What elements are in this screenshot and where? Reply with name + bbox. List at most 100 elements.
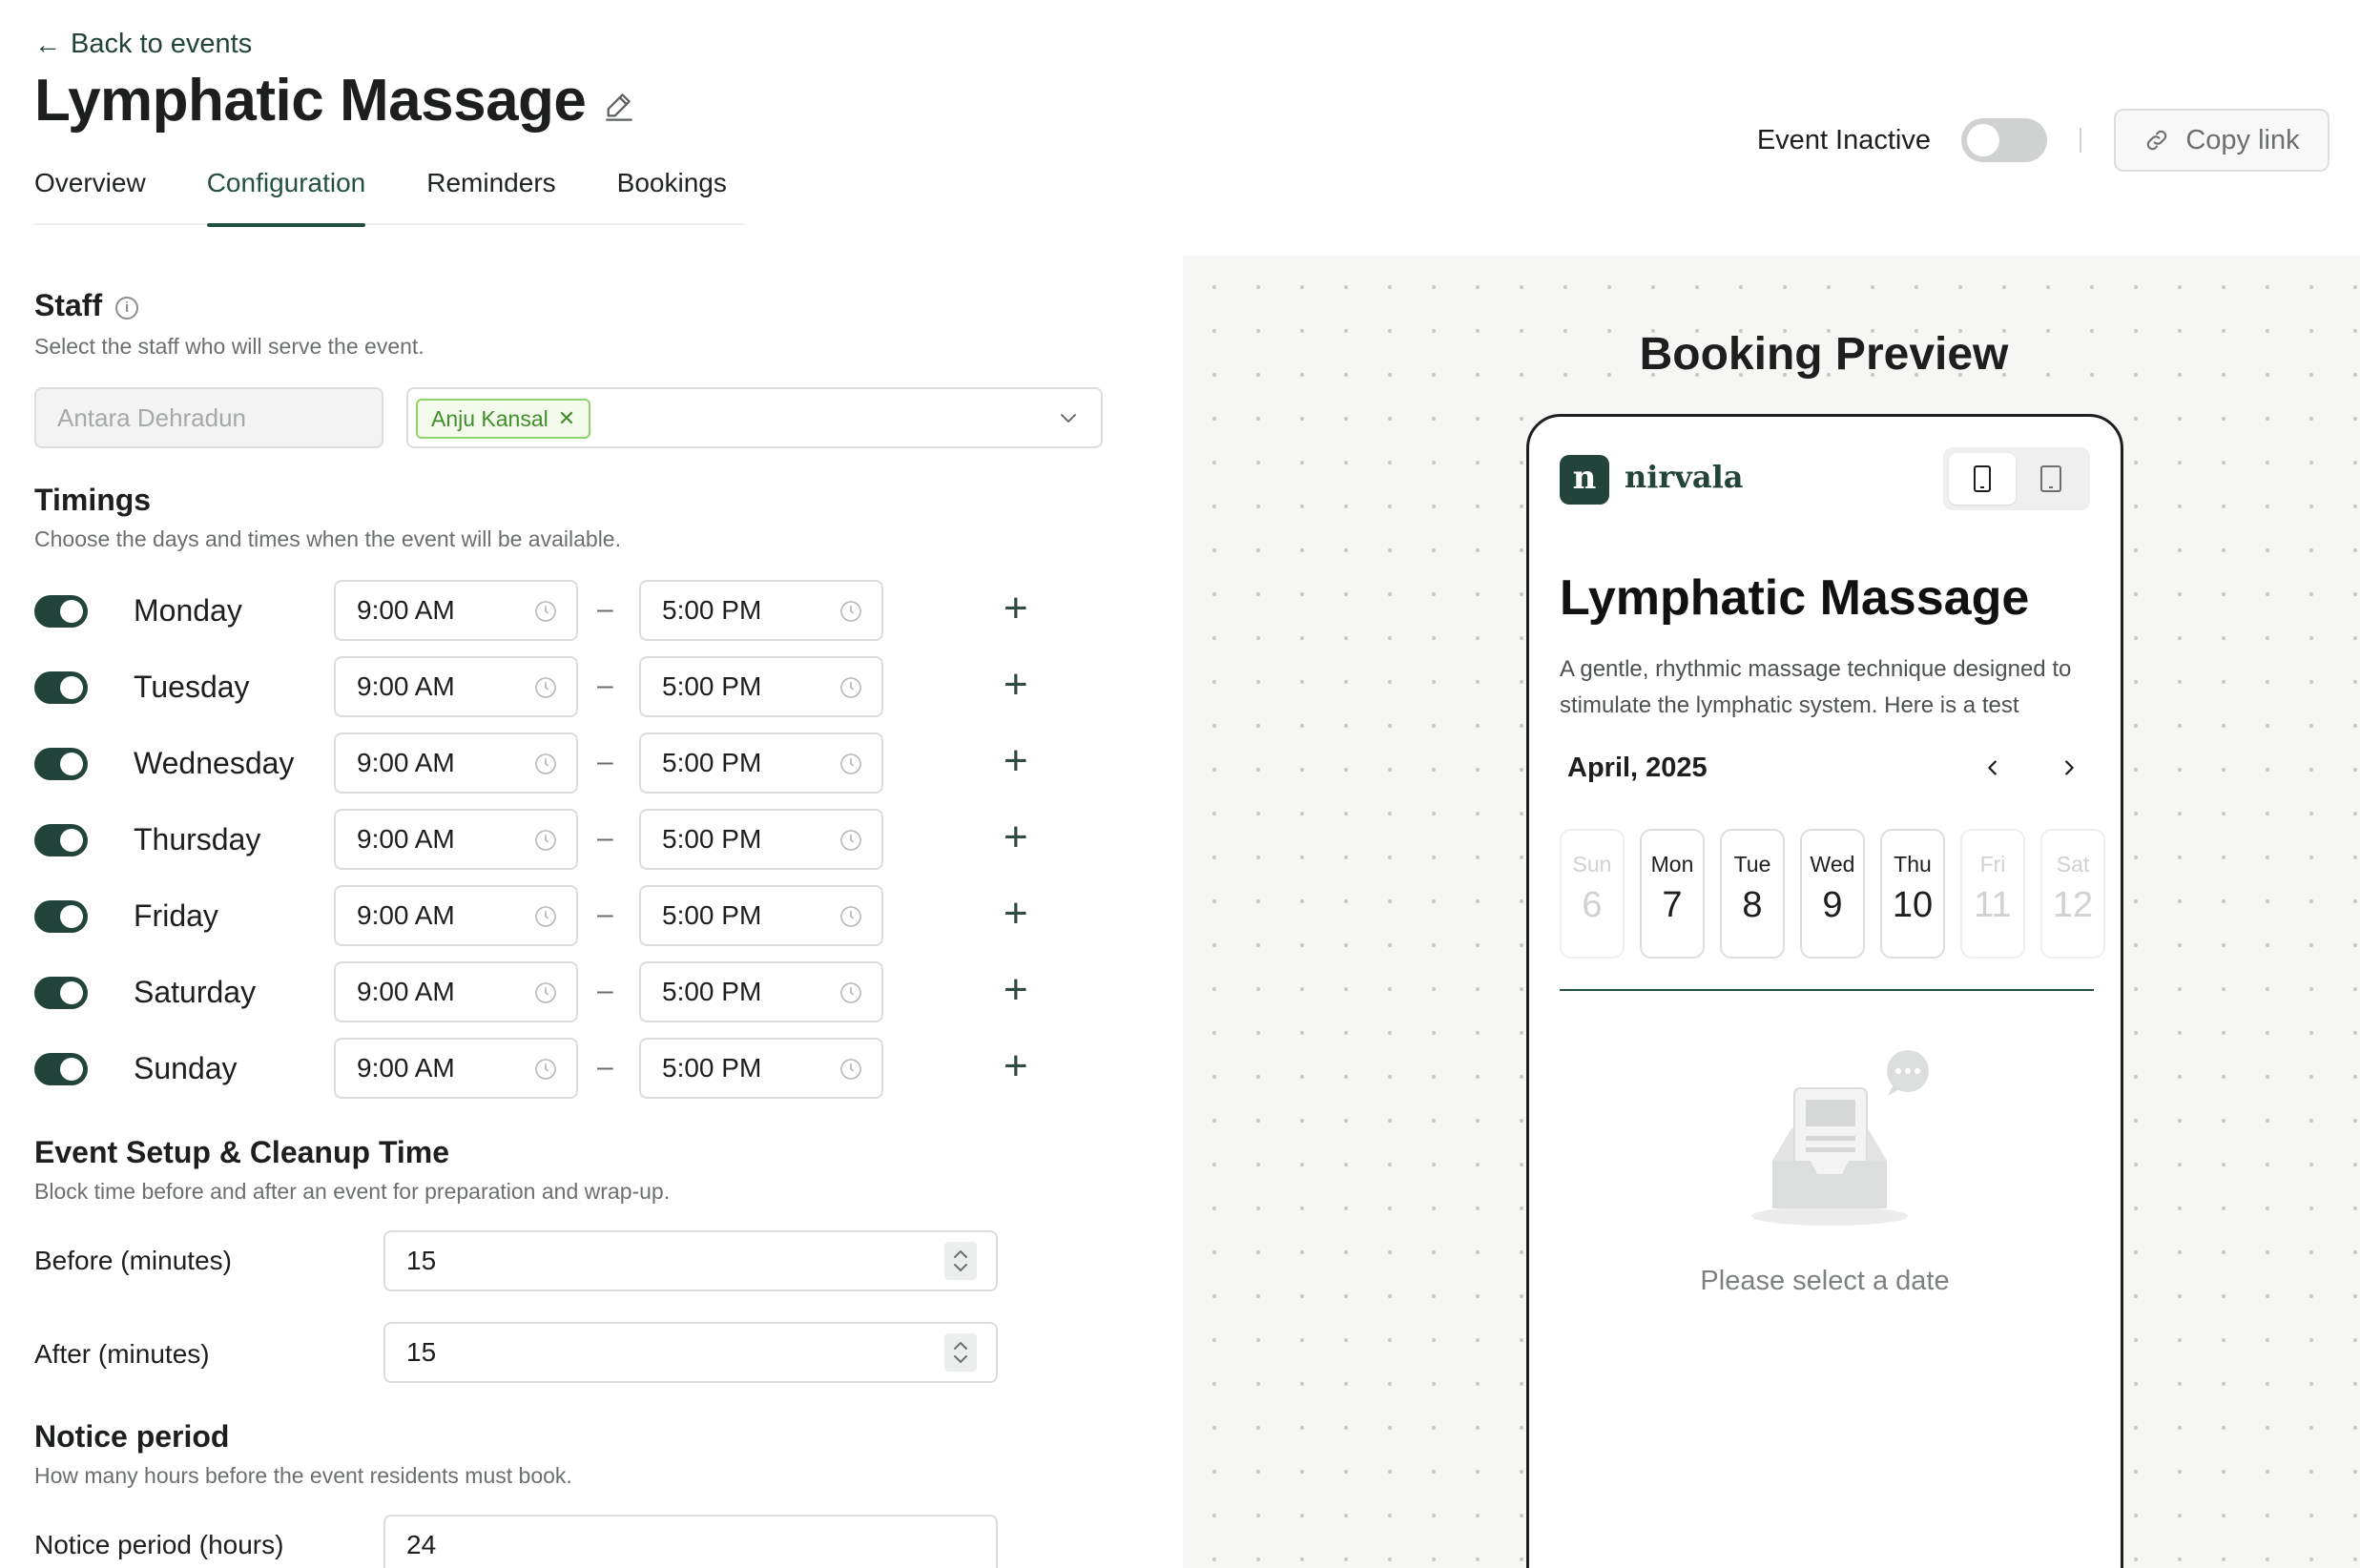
mobile-view-button[interactable]: [1949, 453, 2016, 505]
date-card: Sat 12: [2040, 829, 2105, 959]
range-dash: –: [597, 1051, 613, 1083]
add-time-slot-button[interactable]: +: [1004, 588, 1028, 629]
start-time-input[interactable]: 9:00 AM: [334, 885, 578, 946]
clock-icon: [840, 677, 861, 698]
notice-period-label: Notice period (hours): [34, 1530, 284, 1559]
clock-icon: [535, 677, 556, 698]
tab-bookings[interactable]: Bookings: [617, 162, 727, 225]
add-time-slot-button[interactable]: +: [1004, 1045, 1028, 1087]
date-weekday: Sun: [1572, 852, 1612, 877]
date-weekday: Wed: [1810, 852, 1855, 877]
date-number: 8: [1742, 885, 1763, 925]
day-toggle[interactable]: [34, 977, 88, 1009]
add-time-slot-button[interactable]: +: [1004, 893, 1028, 935]
notice-title: Notice period: [34, 1419, 230, 1454]
day-toggle[interactable]: [34, 1053, 88, 1085]
add-time-slot-button[interactable]: +: [1004, 969, 1028, 1011]
end-time-input[interactable]: 5:00 PM: [639, 961, 883, 1022]
day-label: Saturday: [134, 975, 257, 1009]
next-week-button[interactable]: [2050, 749, 2088, 787]
day-toggle[interactable]: [34, 595, 88, 628]
notice-description: How many hours before the event resident…: [34, 1463, 572, 1488]
brand-name: nirvala: [1625, 459, 1744, 495]
clock-icon: [535, 753, 556, 774]
day-toggle[interactable]: [34, 900, 88, 933]
back-to-events-link[interactable]: ← Back to events: [34, 29, 252, 60]
clock-icon: [840, 601, 861, 622]
start-time-input[interactable]: 9:00 AM: [334, 961, 578, 1022]
setup-title: Event Setup & Cleanup Time: [34, 1135, 450, 1169]
date-card[interactable]: Thu 10: [1880, 829, 1945, 959]
date-number: 12: [2052, 885, 2094, 925]
event-active-toggle[interactable]: [1961, 118, 2047, 162]
end-time-value: 5:00 PM: [662, 900, 762, 930]
configuration-panel: ← Back to events Lymphatic Massage Overv…: [0, 0, 1183, 1568]
event-title-text: Lymphatic Massage: [34, 68, 587, 134]
add-time-slot-button[interactable]: +: [1004, 664, 1028, 706]
start-time-input[interactable]: 9:00 AM: [334, 656, 578, 717]
start-time-input[interactable]: 9:00 AM: [334, 809, 578, 870]
link-icon: [2147, 130, 2167, 151]
range-dash: –: [597, 975, 613, 1006]
staff-select[interactable]: Anju Kansal ✕: [406, 387, 1103, 448]
day-row-saturday: Saturday 9:00 AM – 5:00 PM +: [34, 961, 1084, 1022]
day-toggle[interactable]: [34, 748, 88, 780]
clock-icon: [840, 830, 861, 851]
date-card[interactable]: Mon 7: [1640, 829, 1705, 959]
range-dash: –: [597, 670, 613, 701]
copy-link-label: Copy link: [2185, 124, 2300, 155]
setup-description: Block time before and after an event for…: [34, 1179, 671, 1204]
back-link-label: Back to events: [71, 29, 253, 59]
clock-icon: [535, 906, 556, 927]
date-weekday: Sat: [2056, 852, 2090, 877]
previous-week-button[interactable]: [1974, 749, 2012, 787]
end-time-value: 5:00 PM: [662, 671, 762, 701]
before-minutes-input[interactable]: 15: [383, 1230, 998, 1291]
end-time-input[interactable]: 5:00 PM: [639, 809, 883, 870]
number-stepper[interactable]: [944, 1333, 977, 1372]
staff-heading: Staff i: [34, 288, 139, 323]
empty-inbox-illustration: [1751, 1050, 1929, 1226]
chevron-down-icon[interactable]: [1057, 406, 1080, 429]
start-time-input[interactable]: 9:00 AM: [334, 1038, 578, 1099]
tab-reminders[interactable]: Reminders: [426, 162, 555, 225]
end-time-value: 5:00 PM: [662, 1053, 762, 1083]
date-card: Fri 11: [1960, 829, 2025, 959]
pencil-icon[interactable]: [603, 89, 635, 121]
day-toggle[interactable]: [34, 671, 88, 704]
tablet-icon: [2040, 465, 2061, 492]
start-time-input[interactable]: 9:00 AM: [334, 732, 578, 794]
staff-description: Select the staff who will serve the even…: [34, 334, 424, 359]
day-row-monday: Monday 9:00 AM – 5:00 PM +: [34, 580, 1084, 641]
tab-overview[interactable]: Overview: [34, 162, 146, 225]
date-strip: Sun 6 Mon 7 Tue 8 Wed 9 Thu 10 Fri 11 Sat 12: [1560, 829, 2105, 960]
tablet-view-button[interactable]: [2018, 453, 2084, 505]
date-card[interactable]: Wed 9: [1800, 829, 1865, 959]
date-card[interactable]: Tue 8: [1720, 829, 1785, 959]
day-label: Wednesday: [134, 746, 295, 780]
end-time-input[interactable]: 5:00 PM: [639, 656, 883, 717]
start-time-input[interactable]: 9:00 AM: [334, 580, 578, 641]
add-time-slot-button[interactable]: +: [1004, 740, 1028, 782]
notice-period-input[interactable]: 24: [383, 1515, 998, 1568]
day-label: Friday: [134, 898, 218, 933]
copy-link-button[interactable]: Copy link: [2114, 109, 2329, 172]
calendar-month: April, 2025: [1567, 753, 1708, 783]
day-row-sunday: Sunday 9:00 AM – 5:00 PM +: [34, 1038, 1084, 1099]
date-number: 6: [1582, 885, 1603, 925]
info-icon[interactable]: i: [115, 296, 139, 320]
number-stepper[interactable]: [944, 1242, 977, 1280]
close-icon[interactable]: ✕: [558, 401, 575, 437]
end-time-input[interactable]: 5:00 PM: [639, 580, 883, 641]
location-field: Antara Dehradun: [34, 387, 383, 448]
add-time-slot-button[interactable]: +: [1004, 816, 1028, 858]
end-time-input[interactable]: 5:00 PM: [639, 732, 883, 794]
tab-configuration[interactable]: Configuration: [206, 162, 365, 227]
end-time-input[interactable]: 5:00 PM: [639, 1038, 883, 1099]
header-divider: [2080, 128, 2081, 153]
tab-bar: Overview Configuration Reminders Booking…: [34, 162, 744, 227]
end-time-input[interactable]: 5:00 PM: [639, 885, 883, 946]
day-toggle[interactable]: [34, 824, 88, 856]
notice-period-value: 24: [406, 1530, 437, 1559]
after-minutes-input[interactable]: 15: [383, 1322, 998, 1383]
